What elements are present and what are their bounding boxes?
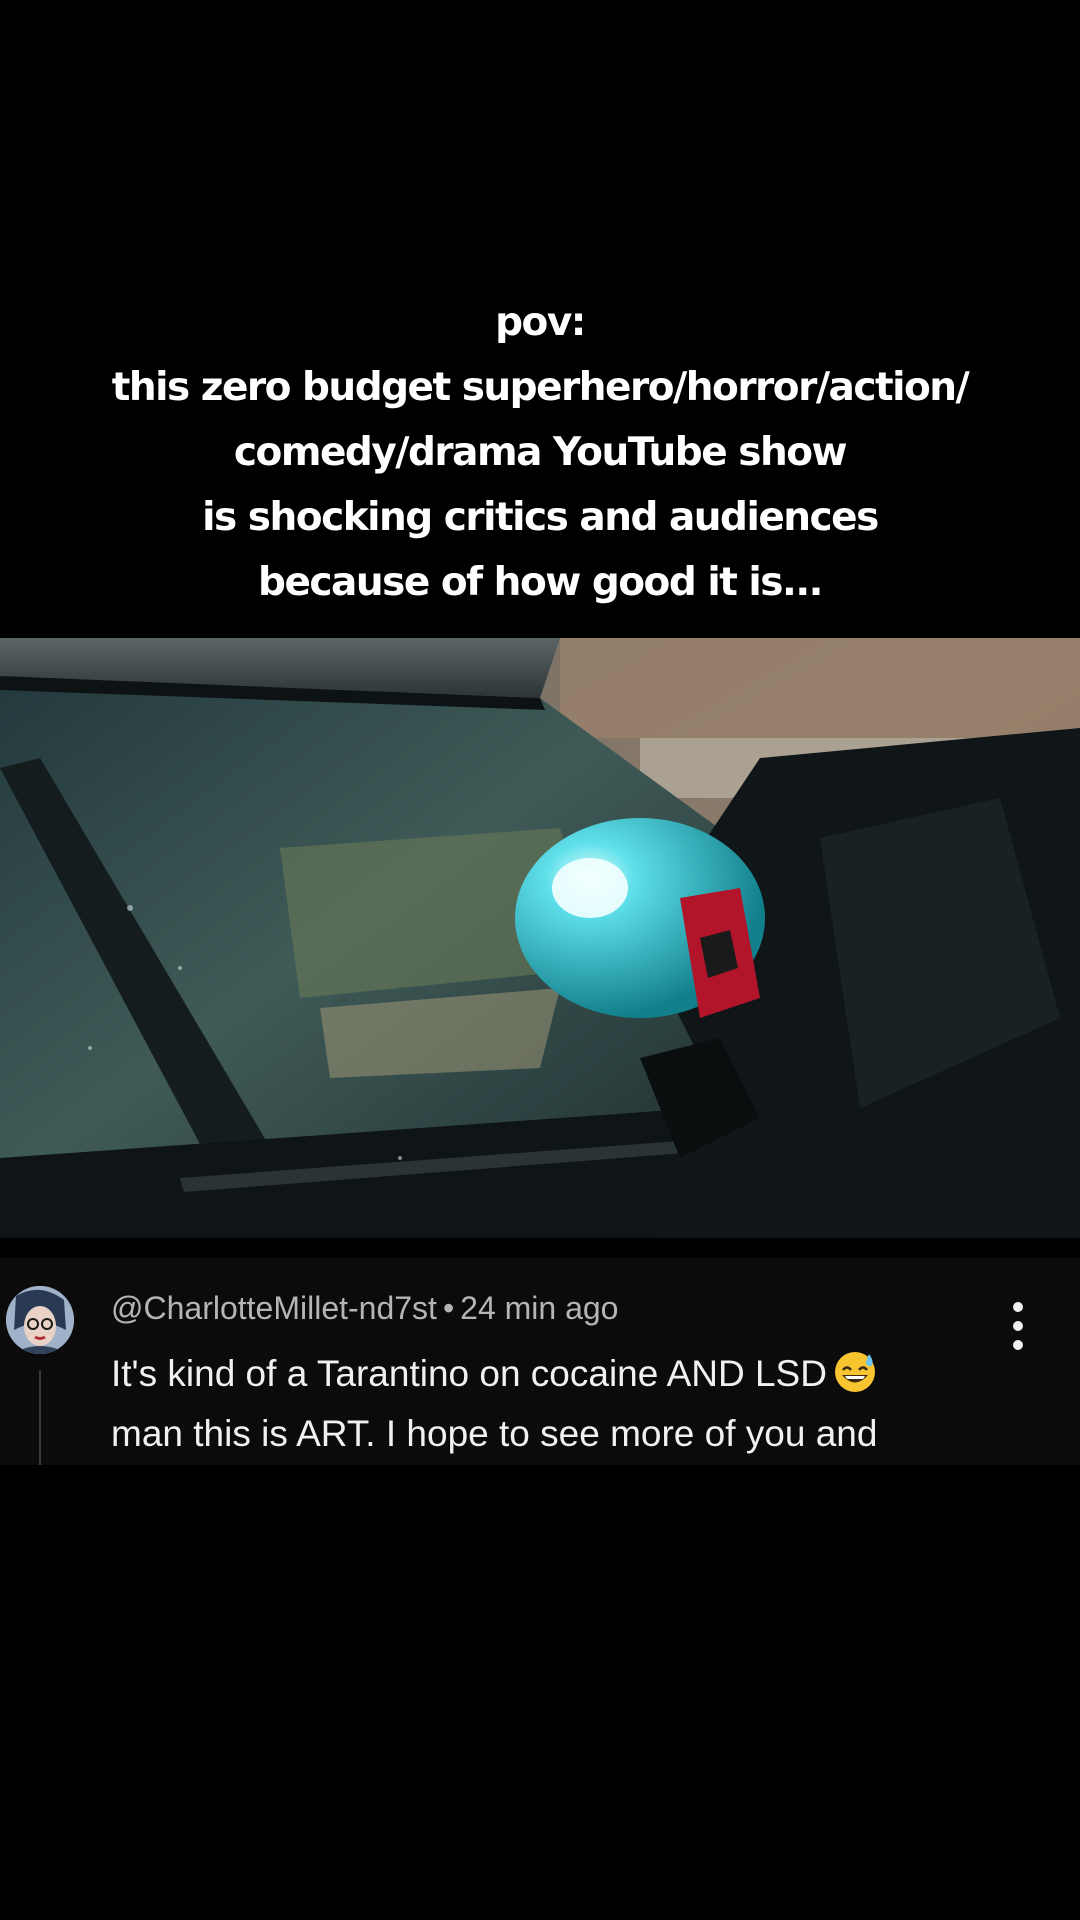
comment-text: It's kind of a Tarantino on cocaine AND … [111, 1344, 971, 1464]
comment-card: @CharlotteMillet-nd7st • 24 min ago It's k… [0, 1258, 1080, 1465]
comment-meta: @CharlotteMillet-nd7st • 24 min ago [111, 1290, 618, 1327]
caption-line: this zero budget superhero/horror/action… [111, 365, 970, 410]
video-scene-illustration [0, 638, 1080, 1238]
avatar[interactable] [6, 1286, 74, 1354]
meta-separator: • [442, 1290, 455, 1326]
caption-line: is shocking critics and audiences [202, 495, 879, 540]
comment-author[interactable]: @CharlotteMillet-nd7st [111, 1290, 437, 1326]
comment-time: 24 min ago [460, 1290, 619, 1326]
more-options-button[interactable] [1000, 1298, 1036, 1354]
avatar-portrait-icon [6, 1286, 74, 1354]
video-still[interactable] [0, 638, 1080, 1238]
comment-line: It's kind of a Tarantino on cocaine AND … [111, 1344, 971, 1404]
grinning-sweat-emoji-icon [834, 1352, 875, 1392]
comment-line-text: It's kind of a Tarantino on cocaine AND … [111, 1353, 827, 1394]
caption-overlay: pov: this zero budget superhero/horror/a… [0, 290, 1080, 615]
comment-line: man this is ART. I hope to see more of y… [111, 1413, 878, 1454]
caption-line: because of how good it is... [258, 560, 823, 605]
caption-line: pov: [495, 300, 586, 345]
caption-line: comedy/drama YouTube show [233, 430, 848, 475]
thread-line [39, 1370, 41, 1465]
